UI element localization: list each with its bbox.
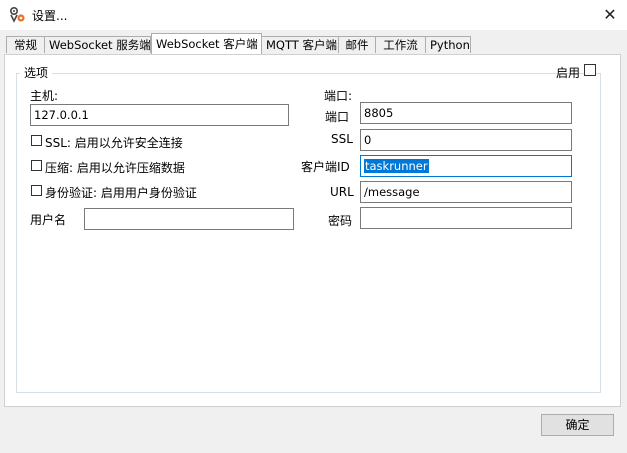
ssl-value-input[interactable]: 0 [360,129,572,151]
compress-checkbox-label: 压缩: 启用以允许压缩数据 [45,161,185,175]
username-label: 用户名 [30,213,67,227]
tab-python[interactable]: Python [425,36,471,53]
client-id-label: 客户端ID [301,160,350,174]
options-group-title: 选项 [20,64,53,81]
client-id-selected-text: taskrunner [364,159,429,173]
tab-strip: 常规 WebSocket 服务端 WebSocket 客户端 MQTT 客户端 … [6,33,621,55]
client-id-input[interactable]: taskrunner [360,155,572,177]
port-input[interactable]: 8805 [360,102,572,124]
auth-checkbox[interactable] [31,185,42,196]
host-label: 主机: [30,89,59,103]
compress-checkbox[interactable] [31,160,42,171]
url-label: URL [330,185,354,199]
window-title: 设置... [32,9,68,23]
ssl-checkbox[interactable] [31,135,42,146]
tab-websocket-server[interactable]: WebSocket 服务端 [44,36,151,53]
tab-websocket-client[interactable]: WebSocket 客户端 [151,33,262,54]
tab-general[interactable]: 常规 [6,36,45,53]
enable-label: 启用 [556,66,581,80]
ssl-checkbox-label: SSL: 启用以允许安全连接 [45,136,183,150]
port-header-label: 端口: [324,89,353,103]
host-input[interactable]: 127.0.0.1 [30,104,289,126]
username-input[interactable] [84,208,294,230]
tab-mqtt-client[interactable]: MQTT 客户端 [261,36,339,53]
ok-button[interactable]: 确定 [541,414,614,436]
tab-mail[interactable]: 邮件 [338,36,376,53]
title-bar [0,0,627,30]
app-gear-icon [8,6,26,24]
ssl-value-label: SSL [331,132,353,146]
url-input[interactable]: /message [360,181,572,203]
enable-checkbox[interactable] [584,64,596,76]
password-label: 密码 [328,214,353,228]
tab-workflow[interactable]: 工作流 [375,36,426,53]
auth-checkbox-label: 身份验证: 启用用户身份验证 [45,186,197,200]
port-label: 端口 [325,110,350,124]
password-input[interactable] [360,207,572,229]
close-icon[interactable]: ✕ [599,4,621,26]
